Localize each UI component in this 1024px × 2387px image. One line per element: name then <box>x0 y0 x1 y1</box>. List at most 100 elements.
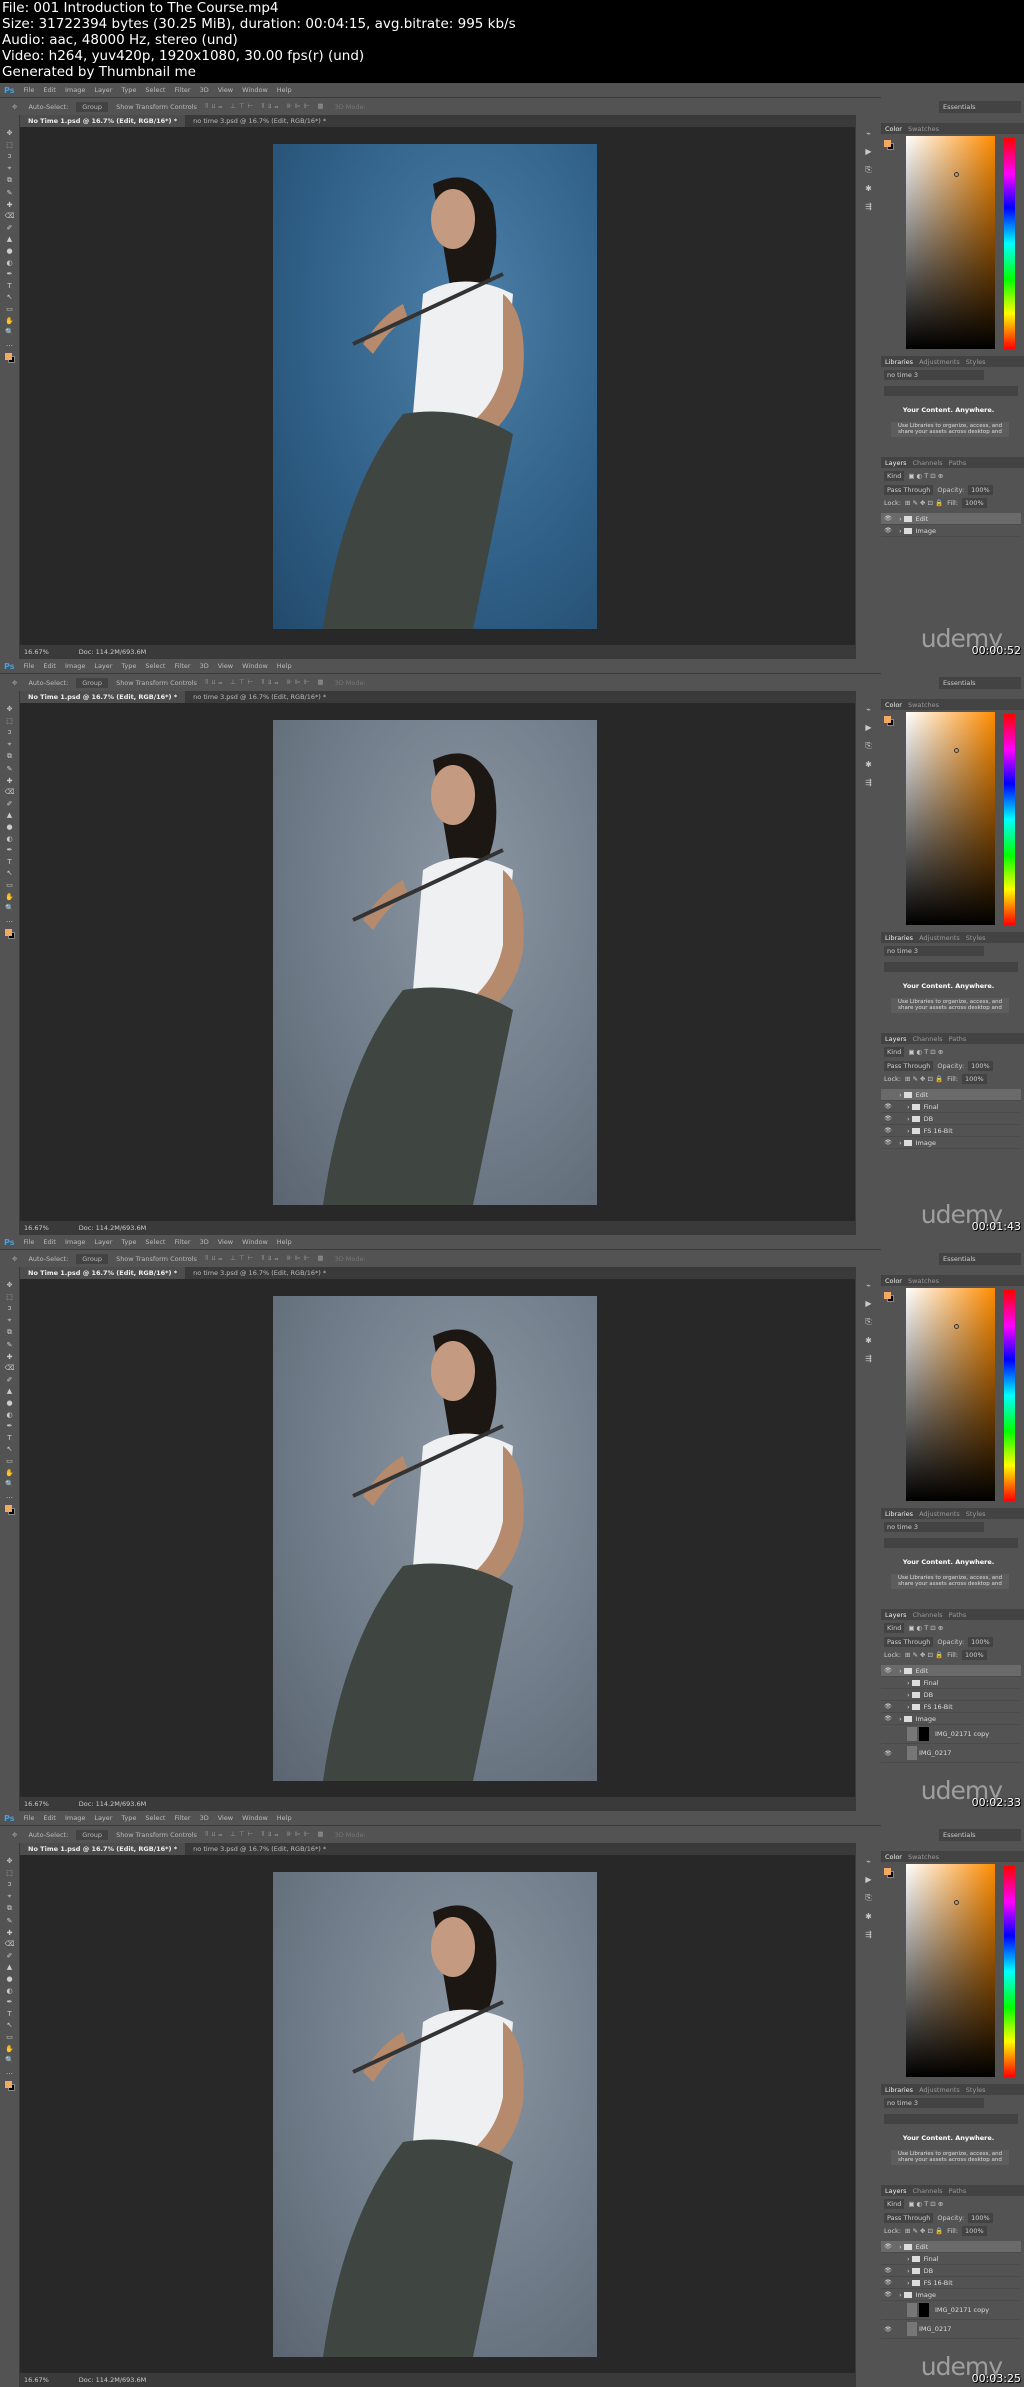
menu-view[interactable]: View <box>218 1814 233 1822</box>
layer-row[interactable]: 👁 › DB <box>881 1113 1021 1125</box>
chevron-icon[interactable]: › <box>899 1667 902 1675</box>
group-select[interactable]: Group <box>76 101 109 112</box>
panel-color-swatch[interactable] <box>884 1292 896 1304</box>
tool-icon[interactable]: ✒ <box>7 846 13 854</box>
tool-icon[interactable]: ⌖ <box>8 1892 12 1901</box>
color-swatch[interactable] <box>4 353 15 364</box>
menu-layer[interactable]: Layer <box>94 86 112 94</box>
tool-icon[interactable]: ✎ <box>7 189 13 197</box>
tool-icon[interactable]: ✎ <box>7 765 13 773</box>
workspace-select[interactable]: Essentials <box>939 1253 1021 1265</box>
zoom-level[interactable]: 16.67% <box>24 648 49 656</box>
tab-libraries[interactable]: Libraries <box>885 2086 913 2094</box>
tool-icon[interactable]: ↖ <box>7 293 13 301</box>
menu-select[interactable]: Select <box>145 1238 165 1246</box>
menu-help[interactable]: Help <box>277 1238 292 1246</box>
tool-icon[interactable]: ▲ <box>7 235 12 243</box>
fill-input[interactable]: 100% <box>962 1650 987 1660</box>
doc-tab[interactable]: no time 3.psd @ 16.7% (Edit, RGB/16*) * <box>185 115 334 127</box>
tab-channels[interactable]: Channels <box>913 2187 943 2195</box>
tool-icon[interactable]: 🔍 <box>5 328 14 336</box>
chevron-icon[interactable]: › <box>899 1091 902 1099</box>
chevron-icon[interactable]: › <box>907 1679 910 1687</box>
tab-layers[interactable]: Layers <box>885 1035 907 1043</box>
tab-layers[interactable]: Layers <box>885 1611 907 1619</box>
menu-help[interactable]: Help <box>277 662 292 670</box>
library-search[interactable] <box>884 962 1018 972</box>
foreground-color[interactable] <box>4 1505 12 1513</box>
tab-paths[interactable]: Paths <box>949 1611 967 1619</box>
doc-tab[interactable]: No Time 1.psd @ 16.7% (Edit, RGB/16*) * <box>20 115 186 127</box>
tool-icon[interactable]: ✚ <box>7 777 13 785</box>
panel-icon[interactable]: ⎘ <box>865 741 871 751</box>
tab-libraries[interactable]: Libraries <box>885 934 913 942</box>
tab-channels[interactable]: Channels <box>913 459 943 467</box>
panel-icon[interactable]: ⎘ <box>865 165 871 175</box>
tool-icon[interactable]: ● <box>6 823 12 831</box>
chevron-icon[interactable]: › <box>899 2243 902 2251</box>
color-picker-cursor[interactable] <box>954 1324 959 1329</box>
tool-icon[interactable]: ⬚ <box>6 141 13 149</box>
menu-select[interactable]: Select <box>145 1814 165 1822</box>
panel-icon[interactable]: ⇶ <box>865 1354 872 1363</box>
panel-icon[interactable]: ⌁ <box>866 705 871 714</box>
group-select[interactable]: Group <box>76 677 109 688</box>
menu-file[interactable]: File <box>23 86 34 94</box>
tool-icon[interactable]: T <box>7 1434 11 1442</box>
tool-icon[interactable]: ✎ <box>7 1341 13 1349</box>
tab-adjustments[interactable]: Adjustments <box>919 358 960 366</box>
filter-icons[interactable]: ▣ ◐ T ⊡ ⊕ <box>908 1624 943 1632</box>
tool-icon[interactable]: ▭ <box>6 305 13 313</box>
zoom-level[interactable]: 16.67% <box>24 1224 49 1232</box>
layer-row[interactable]: 👁 › Image <box>881 1713 1021 1725</box>
eye-icon[interactable]: 👁 <box>881 515 895 522</box>
hue-slider[interactable] <box>1004 138 1015 349</box>
menu-layer[interactable]: Layer <box>94 1814 112 1822</box>
tab-color[interactable]: Color <box>885 701 902 709</box>
color-swatch[interactable] <box>4 929 15 940</box>
hue-slider[interactable] <box>1004 1290 1015 1501</box>
foreground-color[interactable] <box>4 353 12 361</box>
workspace-select[interactable]: Essentials <box>939 677 1021 689</box>
menu-window[interactable]: Window <box>242 1238 268 1246</box>
layer-row[interactable]: 👁 › Final <box>881 1101 1021 1113</box>
eye-icon[interactable]: 👁 <box>881 2243 895 2250</box>
foreground-color[interactable] <box>884 716 891 723</box>
library-search[interactable] <box>884 1538 1018 1548</box>
tool-icon[interactable]: ✒ <box>7 270 13 278</box>
tool-icon[interactable]: … <box>6 916 13 924</box>
hue-slider[interactable] <box>1004 714 1015 925</box>
tab-swatches[interactable]: Swatches <box>908 125 939 133</box>
doc-tab[interactable]: no time 3.psd @ 16.7% (Edit, RGB/16*) * <box>185 1843 334 1855</box>
eye-icon[interactable]: 👁 <box>881 1127 895 1134</box>
layer-row[interactable]: › Final <box>881 2253 1021 2265</box>
tool-icon[interactable]: ✚ <box>7 1353 13 1361</box>
tool-icon[interactable]: ⬚ <box>6 1869 13 1877</box>
tool-icon[interactable]: T <box>7 858 11 866</box>
eye-icon[interactable]: 👁 <box>881 1715 895 1722</box>
tab-adjustments[interactable]: Adjustments <box>919 1510 960 1518</box>
layer-row[interactable]: 👁 › FS 16-Bit <box>881 2277 1021 2289</box>
tool-icon[interactable]: ▭ <box>6 1457 13 1465</box>
library-select[interactable]: no time 3 <box>884 946 984 956</box>
menu-filter[interactable]: Filter <box>174 1814 190 1822</box>
menu-filter[interactable]: Filter <box>174 662 190 670</box>
tab-adjustments[interactable]: Adjustments <box>919 2086 960 2094</box>
chevron-icon[interactable]: › <box>907 1115 910 1123</box>
zoom-level[interactable]: 16.67% <box>24 1800 49 1808</box>
panel-color-swatch[interactable] <box>884 140 896 152</box>
tool-icon[interactable]: ◐ <box>6 835 12 843</box>
tool-icon[interactable]: ✋ <box>5 1469 14 1477</box>
chevron-icon[interactable]: › <box>907 1691 910 1699</box>
workspace-select[interactable]: Essentials <box>939 1829 1021 1841</box>
tool-icon[interactable]: ↖ <box>7 2021 13 2029</box>
menu-type[interactable]: Type <box>121 662 136 670</box>
tool-icon[interactable]: T <box>7 2010 11 2018</box>
panel-icon[interactable]: ⎘ <box>865 1893 871 1903</box>
tab-paths[interactable]: Paths <box>949 459 967 467</box>
layer-row[interactable]: IMG_02171 copy <box>881 1725 1021 1744</box>
tool-icon[interactable]: ↄ <box>8 152 12 160</box>
menu-edit[interactable]: Edit <box>43 1238 56 1246</box>
menu-3d[interactable]: 3D <box>200 662 209 670</box>
foreground-color[interactable] <box>4 2081 12 2089</box>
